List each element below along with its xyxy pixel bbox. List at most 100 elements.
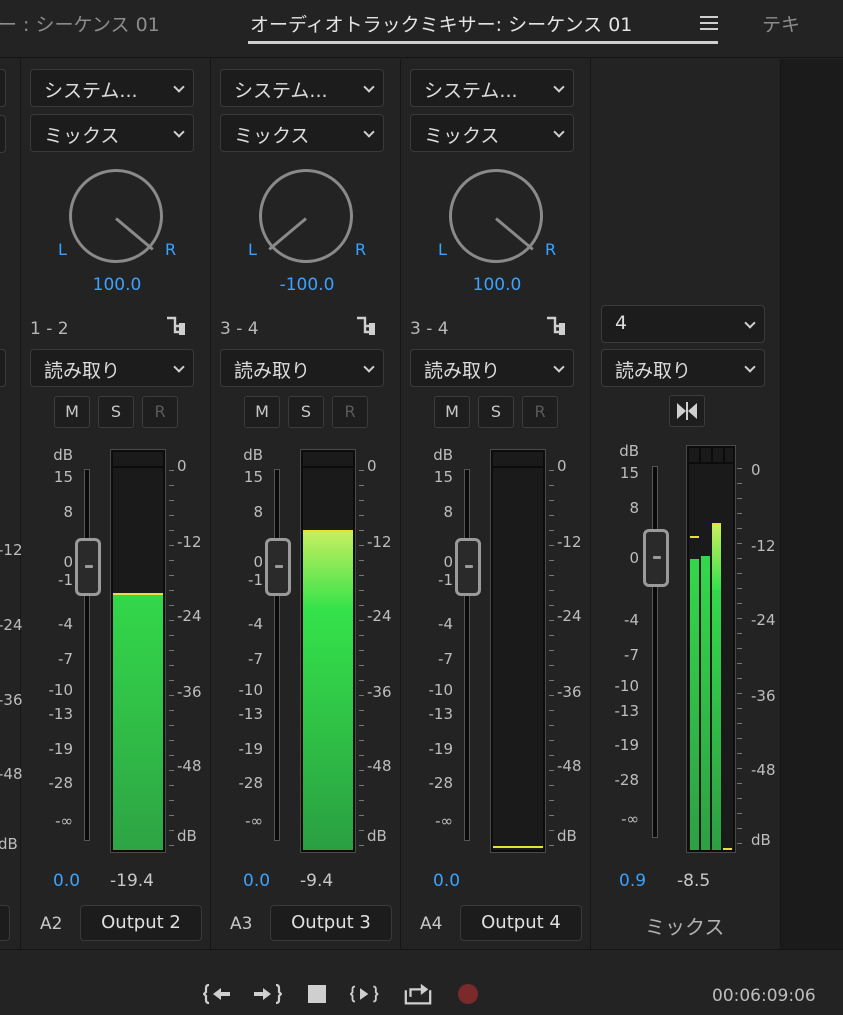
mute-button[interactable]: M (54, 396, 90, 428)
peak-hold-line (690, 536, 699, 538)
meter-tick (737, 648, 742, 649)
fader-scale-label: -4 (624, 611, 639, 629)
output-button[interactable]: Output 3 (270, 905, 392, 941)
meter-tick (737, 618, 742, 619)
fader-value[interactable]: 0.0 (433, 871, 460, 891)
effect-dropdown[interactable]: ミックス (410, 114, 574, 152)
meter-tick (359, 635, 364, 636)
partial-dropdown[interactable] (0, 115, 6, 153)
meter-scale-label: -12 (177, 533, 202, 551)
meter-scale-label: -48 (557, 757, 582, 775)
peak-value: -9.4 (300, 871, 334, 891)
fader-scale-label: -10 (428, 681, 454, 699)
pan-right-label: R (165, 240, 177, 259)
fader-value[interactable]: 0.0 (53, 871, 80, 891)
tab-sequence[interactable]: ー : シーケンス 01 (0, 10, 160, 37)
master-automation-value: 読み取り (615, 360, 692, 382)
pan-right-label: R (355, 240, 367, 259)
record-enable-button[interactable]: R (142, 396, 178, 428)
pan-value[interactable]: 100.0 (437, 275, 557, 295)
automation-dropdown[interactable]: 読み取り (30, 349, 194, 387)
meter-tick (359, 680, 364, 681)
meter-clip-indicator (493, 452, 543, 468)
fader-scale-label: 0 (253, 553, 263, 571)
play-in-to-out-icon[interactable] (350, 980, 380, 1008)
active-tab-underline (248, 41, 718, 44)
master-fader-track[interactable] (652, 466, 658, 838)
output-button[interactable]: Output 4 (460, 905, 582, 941)
solo-button[interactable]: S (478, 396, 514, 428)
effect-dropdown[interactable]: ミックス (220, 114, 384, 152)
input-dropdown[interactable]: システム... (410, 69, 574, 107)
volume-fader-handle[interactable] (455, 538, 481, 596)
meter-tick (549, 545, 554, 546)
chevron-down-icon (363, 361, 375, 373)
tab-text[interactable]: テキ (762, 10, 800, 37)
fader-scale-label: dB (53, 446, 73, 464)
meter-tick (549, 725, 554, 726)
routing-icon[interactable] (165, 314, 187, 336)
bowtie-button[interactable] (669, 395, 705, 427)
input-dropdown[interactable]: システム... (220, 69, 384, 107)
go-to-out-icon[interactable] (252, 980, 282, 1008)
stop-icon[interactable] (302, 980, 332, 1008)
pan-knob[interactable] (449, 169, 543, 263)
master-meter-bar (701, 556, 710, 850)
record-enable-button[interactable]: R (522, 396, 558, 428)
meter-tick (549, 590, 554, 591)
solo-button[interactable]: S (98, 396, 134, 428)
loop-icon[interactable] (403, 980, 433, 1008)
fader-scale-label: 0 (63, 553, 73, 571)
partial-dropdown[interactable] (0, 69, 6, 107)
effect-value: ミックス (44, 125, 120, 147)
pan-knob[interactable] (259, 169, 353, 263)
pan-value[interactable]: 100.0 (57, 275, 177, 295)
meter-tick (737, 573, 742, 574)
master-fader-value[interactable]: 0.9 (619, 871, 646, 891)
routing-icon[interactable] (355, 314, 377, 336)
meter-tick (359, 695, 364, 696)
record-icon[interactable] (454, 980, 484, 1008)
effect-dropdown[interactable]: ミックス (30, 114, 194, 152)
go-to-in-icon[interactable] (203, 980, 233, 1008)
mute-button[interactable]: M (244, 396, 280, 428)
chevron-down-icon (363, 81, 375, 93)
fader-scale-label: dB (619, 442, 639, 460)
pan-right-label: R (545, 240, 557, 259)
record-enable-button[interactable]: R (332, 396, 368, 428)
solo-button[interactable]: S (288, 396, 324, 428)
master-name: ミックス (645, 915, 725, 939)
meter-tick (169, 575, 174, 576)
mute-button[interactable]: M (434, 396, 470, 428)
input-dropdown[interactable]: システム... (30, 69, 194, 107)
master-fader-handle[interactable] (643, 529, 669, 587)
master-automation-dropdown[interactable]: 読み取り (601, 349, 765, 387)
volume-fader-handle[interactable] (265, 538, 291, 596)
meter-tick (169, 830, 174, 831)
partial-dropdown[interactable] (0, 349, 6, 387)
pan-knob[interactable] (69, 169, 163, 263)
fader-value[interactable]: 0.0 (243, 871, 270, 891)
meter-tick (549, 800, 554, 801)
fader-track[interactable] (274, 469, 280, 841)
automation-dropdown[interactable]: 読み取り (220, 349, 384, 387)
partial-output-button[interactable] (0, 905, 10, 941)
meter-clip-indicator (303, 452, 353, 468)
master-channel-dropdown[interactable]: 4 (601, 305, 765, 343)
meter-tick (359, 545, 364, 546)
meter-tick (169, 650, 174, 651)
meter-tick (737, 468, 742, 469)
output-button[interactable]: Output 2 (80, 905, 202, 941)
routing-icon[interactable] (545, 314, 567, 336)
panel-menu-icon[interactable] (700, 16, 718, 30)
meter-scale-label: -12 (367, 533, 392, 551)
volume-fader-handle[interactable] (75, 538, 101, 596)
tab-audio-track-mixer[interactable]: オーディオトラックミキサー: シーケンス 01 (250, 10, 632, 37)
fader-track[interactable] (464, 469, 470, 841)
fader-scale-label: 15 (433, 468, 453, 486)
meter-tick (359, 650, 364, 651)
pan-value[interactable]: -100.0 (247, 275, 367, 295)
fader-track[interactable] (84, 469, 90, 841)
automation-dropdown[interactable]: 読み取り (410, 349, 574, 387)
fader-scale-label: -28 (428, 774, 454, 792)
